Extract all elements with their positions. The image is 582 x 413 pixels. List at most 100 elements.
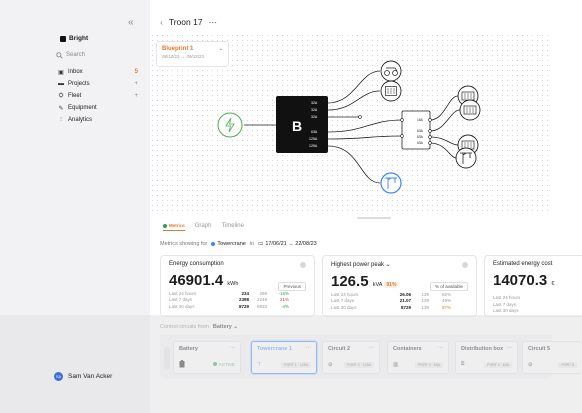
card-title[interactable]: Highest power peak ⌄ — [331, 261, 468, 268]
add-project-button[interactable]: + — [134, 81, 138, 87]
crane-node[interactable] — [455, 147, 477, 169]
table-row: Last 7 days — [493, 302, 574, 307]
asset-selector[interactable]: Towercrane — [211, 241, 246, 247]
comparison-toggle[interactable]: Previous — [278, 282, 306, 291]
row-label: Last 7 days — [493, 301, 517, 307]
circuit-name: Circuit 2 — [328, 346, 351, 352]
more-options-button[interactable]: ··· — [369, 345, 375, 351]
inbox-count-badge: 5 — [134, 69, 138, 75]
row-value: 8729 — [400, 304, 411, 310]
sidebar-item-analytics[interactable]: ⫶ Analytics — [58, 115, 138, 125]
row-label: Last 24 hours — [493, 295, 521, 300]
status-badge: ACTIVE — [213, 362, 235, 367]
brand-name: Bright — [69, 35, 89, 42]
card-value: 126.5 — [331, 273, 369, 290]
box-port-label: 63A — [417, 141, 424, 145]
more-options-button[interactable]: ··· — [230, 345, 236, 351]
sidebar-item-label: Inbox — [68, 69, 83, 75]
row-percent: 82% — [441, 291, 451, 297]
search-icon — [56, 51, 63, 59]
sidebar-item-projects[interactable]: ▬ Projects + — [58, 79, 138, 89]
row-value: 2398 — [238, 297, 249, 302]
row-label: Last 30 days — [493, 308, 519, 313]
avatar: SA — [54, 372, 63, 381]
row-label: Last 30 days — [169, 303, 195, 309]
sidebar-item-equipment[interactable]: ✎ Equipment — [58, 103, 138, 113]
info-icon[interactable] — [300, 262, 306, 268]
sidebar-item-label: Equipment — [68, 105, 97, 111]
tab-metrics[interactable]: Metrics — [163, 223, 185, 231]
tab-graph[interactable]: Graph — [195, 223, 212, 231]
drag-handle[interactable] — [164, 347, 170, 369]
blueprint-title: Blueprint 1 — [162, 46, 194, 52]
circuit-card-towercrane-1[interactable]: Towercrane 1 ··· ⊤ PORT 1 · 125A — [251, 341, 317, 374]
circuit-card-2[interactable]: Circuit 2 ··· ⊘ PORT 2 · 125A — [322, 341, 380, 374]
circuit-card-5[interactable]: Circuit 5 ⊘ PORT 5 — [522, 341, 582, 374]
more-options-button[interactable]: ··· — [507, 345, 513, 351]
main-port-label: 32A — [311, 115, 318, 119]
port-badge: PORT 5 — [558, 362, 577, 368]
container-node[interactable] — [459, 99, 481, 121]
date-range-selector[interactable]: ▭ 17/06/21 → 22/08/23 — [258, 241, 317, 247]
source-selector[interactable]: Battery ⌄ — [213, 324, 238, 330]
table-row: Last 7 days 2398 1249 21% — [169, 297, 306, 302]
collapse-sidebar-button[interactable]: « — [128, 17, 134, 28]
calendar-icon: ▭ — [258, 241, 264, 247]
add-fleet-button[interactable]: + — [134, 93, 138, 99]
row-label: Last 7 days — [331, 298, 355, 303]
row-value: 26.06 — [399, 291, 411, 297]
usage-percent-badge: 91% — [384, 282, 399, 288]
card-unit: € — [551, 281, 555, 287]
blueprint-selector[interactable]: Blueprint 1 08/12/23 → 09/12/23 ⌄ — [156, 41, 229, 67]
vehicle-node[interactable] — [380, 60, 402, 82]
tab-timeline[interactable]: Timeline — [221, 223, 243, 231]
row-label: Last 24 hours — [169, 290, 197, 296]
table-row: Last 30 days 8729 9833 -4% — [169, 304, 306, 309]
container-node[interactable] — [380, 80, 402, 102]
metrics-filter-label: Metrics showing for — [160, 241, 208, 247]
circuit-name: Containers — [393, 346, 422, 352]
source-name: Battery — [212, 324, 232, 330]
card-value: 46901.4 — [169, 272, 224, 289]
disabled-icon: ⊘ — [328, 362, 333, 368]
row-percent: 49% — [441, 298, 451, 303]
circuit-card-battery[interactable]: Battery ··· ACTIVE — [173, 341, 241, 374]
energy-cost-card: Estimated energy cost 14070.3 € Last 24 … — [484, 255, 582, 317]
search-input[interactable]: Search — [56, 49, 140, 61]
sidebar-item-inbox[interactable]: ▣ Inbox 5 — [58, 67, 138, 77]
resize-handle[interactable] — [357, 217, 391, 219]
power-source-node[interactable] — [217, 112, 243, 138]
more-options-button[interactable]: ··· — [306, 345, 312, 351]
row-available: 139 — [421, 304, 429, 310]
metrics-in-label: in — [249, 241, 255, 247]
user-profile[interactable]: SA Sam Van Acker — [54, 372, 112, 381]
main-distribution-box[interactable]: B 32A 32A 32A 63A 125A 125A — [276, 96, 328, 153]
port-badge: PORT 4 · 63A — [484, 361, 512, 368]
row-change: 21% — [279, 297, 289, 302]
brand[interactable]: Bright — [60, 35, 88, 42]
battery-icon — [179, 360, 185, 368]
row-previous: 289 — [259, 290, 267, 296]
table-row: Last 24 hours — [493, 295, 574, 300]
asset-name: Towercrane — [217, 241, 246, 247]
more-options-button[interactable]: ··· — [438, 345, 444, 351]
circuit-card-containers[interactable]: Containers ··· ▥ PORT 3 · 63A — [387, 341, 449, 374]
chevron-down-icon: ⌄ — [218, 46, 223, 52]
secondary-distribution-box[interactable]: 16A 63A 63A 63A — [400, 110, 432, 150]
distribution-icon: ⌸ — [461, 361, 465, 367]
sidebar-item-label: Fleet — [68, 93, 82, 99]
row-label: Last 30 days — [331, 304, 357, 310]
table-row: Last 24 hours 234 289 -16% — [169, 291, 306, 296]
row-value: 8729 — [238, 303, 249, 309]
row-available: 139 — [421, 298, 429, 303]
more-options-button[interactable]: ··· — [209, 17, 218, 27]
circuit-card-distribution-box[interactable]: Distribution box ··· ⌸ PORT 4 · 63A — [455, 341, 518, 374]
back-button[interactable]: ‹ — [160, 17, 163, 27]
sidebar-item-fleet[interactable]: ⛭ Fleet + — [58, 91, 138, 101]
inbox-icon: ▣ — [58, 69, 64, 76]
disabled-icon: ⊘ — [528, 362, 533, 368]
towercrane-node-selected[interactable] — [380, 172, 402, 194]
info-icon[interactable] — [462, 262, 468, 268]
comparison-toggle[interactable]: % of available — [429, 282, 468, 291]
date-range: 17/06/21 → 22/08/23 — [265, 241, 317, 247]
